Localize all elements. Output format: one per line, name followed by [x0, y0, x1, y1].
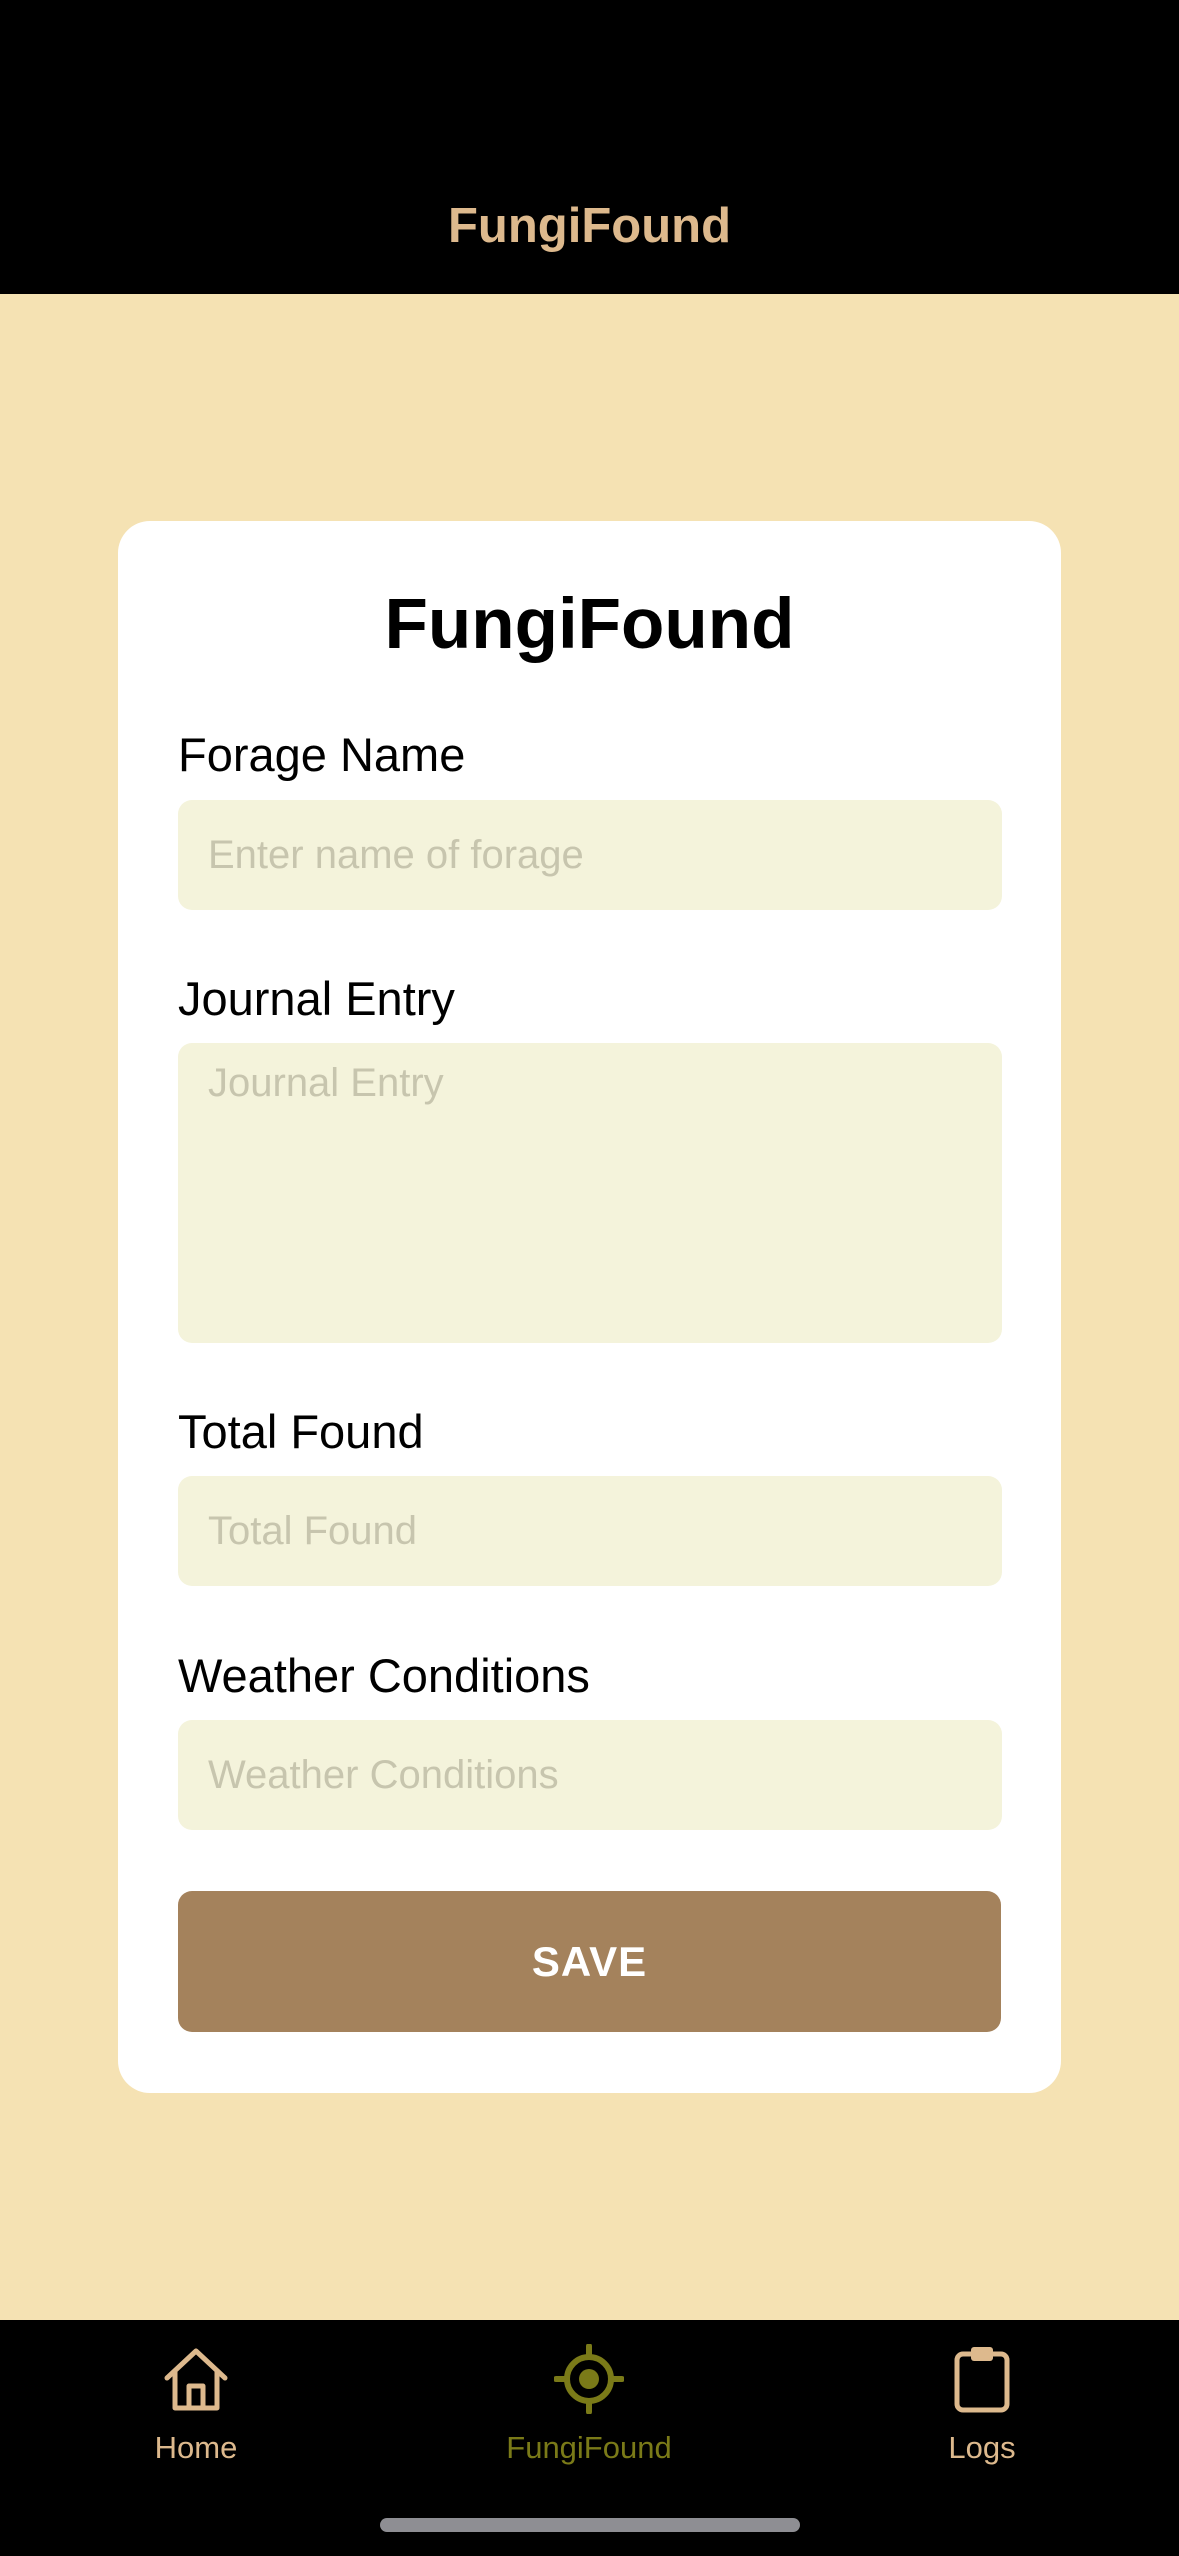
header-title: FungiFound: [448, 199, 731, 253]
journal-entry-input[interactable]: [178, 1043, 1002, 1343]
forage-name-label: Forage Name: [178, 728, 466, 781]
tab-home-label: Home: [154, 2430, 238, 2465]
tab-logs-label: Logs: [948, 2430, 1016, 2465]
weather-conditions-label: Weather Conditions: [178, 1649, 590, 1702]
tab-logs[interactable]: Logs: [852, 2320, 1112, 2480]
app-header: FungiFound: [0, 0, 1179, 294]
home-icon: [164, 2348, 228, 2411]
crosshair-icon: [554, 2344, 624, 2414]
total-found-input[interactable]: [178, 1476, 1002, 1586]
clipboard-icon: [954, 2347, 1010, 2413]
total-found-label: Total Found: [178, 1405, 424, 1458]
home-indicator: [380, 2518, 800, 2532]
form-title: FungiFound: [384, 585, 795, 664]
tab-fungifound-label: FungiFound: [506, 2430, 672, 2465]
tab-fungifound[interactable]: FungiFound: [459, 2320, 719, 2480]
tab-home[interactable]: Home: [66, 2320, 326, 2480]
weather-conditions-input[interactable]: [178, 1720, 1002, 1830]
forage-name-input[interactable]: [178, 800, 1002, 910]
journal-entry-label: Journal Entry: [178, 972, 455, 1025]
save-button[interactable]: SAVE: [178, 1891, 1001, 2032]
